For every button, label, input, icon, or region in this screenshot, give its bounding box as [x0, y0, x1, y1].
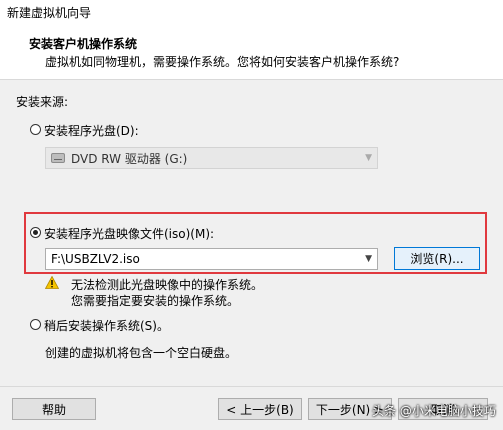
- window-titlebar: 新建虚拟机向导: [0, 0, 503, 28]
- wizard-header: 安装客户机操作系统 虚拟机如同物理机，需要操作系统。您将如何安装客户机操作系统?: [0, 28, 503, 80]
- page-title: 安装客户机操作系统: [29, 37, 138, 51]
- warning-text-line2: 您需要指定要安装的操作系统。: [71, 294, 240, 308]
- warning-icon: [45, 276, 59, 289]
- radio-iso-image[interactable]: [30, 227, 41, 238]
- option-iso-image-label[interactable]: 安装程序光盘映像文件(iso)(M):: [44, 225, 214, 242]
- install-later-note: 创建的虚拟机将包含一个空白硬盘。: [45, 346, 238, 360]
- page-subtitle: 虚拟机如同物理机，需要操作系统。您将如何安装客户机操作系统?: [45, 55, 400, 69]
- dvd-drive-icon: [51, 153, 65, 163]
- iso-path-value: F:\USBZLV2.iso: [51, 252, 140, 266]
- watermark-text: 头条 @小米电脑小技巧: [372, 404, 496, 418]
- browse-button-label: 浏览(R)...: [410, 252, 464, 266]
- help-button[interactable]: 帮助: [12, 398, 96, 420]
- browse-button[interactable]: 浏览(R)...: [394, 247, 480, 270]
- footer-divider: [0, 386, 503, 387]
- help-button-label: 帮助: [41, 402, 66, 417]
- iso-path-input[interactable]: F:\USBZLV2.iso ▼: [45, 248, 378, 270]
- option-installer-disc-label[interactable]: 安装程序光盘(D):: [44, 122, 139, 139]
- back-button[interactable]: < 上一步(B): [218, 398, 302, 420]
- option-install-later-label[interactable]: 稍后安装操作系统(S)。: [44, 317, 169, 334]
- drive-select[interactable]: DVD RW 驱动器 (G:) ▼: [45, 147, 378, 169]
- radio-install-later[interactable]: [30, 319, 41, 330]
- window-title: 新建虚拟机向导: [7, 6, 92, 20]
- chevron-down-icon[interactable]: ▼: [365, 254, 372, 264]
- install-source-label: 安装来源:: [16, 95, 69, 109]
- drive-select-value: DVD RW 驱动器 (G:): [71, 151, 188, 166]
- chevron-down-icon: ▼: [365, 153, 372, 163]
- radio-installer-disc[interactable]: [30, 124, 41, 135]
- warning-text-line1: 无法检测此光盘映像中的操作系统。: [71, 278, 264, 292]
- back-button-label: < 上一步(B): [226, 402, 294, 417]
